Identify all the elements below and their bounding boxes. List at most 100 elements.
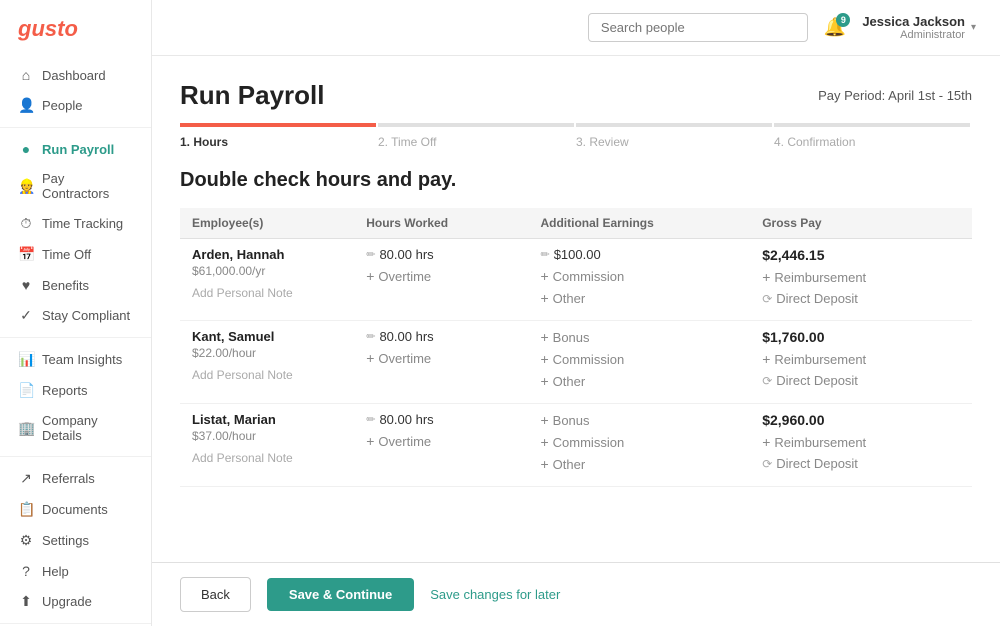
hours-value-2: 80.00 hrs xyxy=(379,412,433,427)
team-insights-icon: 📊 xyxy=(18,351,34,368)
gross-item-0-0[interactable]: +Reimbursement xyxy=(762,269,960,285)
direct-deposit-label-1: Direct Deposit xyxy=(776,373,858,388)
sidebar-item-reports[interactable]: 📄Reports xyxy=(0,375,151,406)
earning-item-1-0[interactable]: +Bonus xyxy=(540,329,738,345)
hours-main-2[interactable]: ✏ 80.00 hrs xyxy=(366,412,516,427)
bank-icon-0: ⟳ xyxy=(762,292,772,306)
search-input[interactable] xyxy=(588,13,808,42)
overtime-row-2[interactable]: + Overtime xyxy=(366,433,516,449)
employee-name-1: Kant, Samuel xyxy=(192,329,342,344)
sidebar-label-team-insights: Team Insights xyxy=(42,352,122,367)
direct-deposit-2[interactable]: ⟳Direct Deposit xyxy=(762,456,960,471)
sidebar-item-documents[interactable]: 📋 Documents xyxy=(0,494,151,525)
step-timeoff[interactable]: 2. Time Off xyxy=(378,135,576,149)
earning-item-2-1[interactable]: +Commission xyxy=(540,434,738,450)
earning-item-1-1[interactable]: +Commission xyxy=(540,351,738,367)
sidebar-item-pay-contractors[interactable]: 👷Pay Contractors xyxy=(0,164,151,208)
sidebar-item-referrals[interactable]: ↗Referrals xyxy=(0,463,151,494)
sidebar-item-run-payroll[interactable]: ● Run Payroll xyxy=(0,134,151,164)
notification-count: 9 xyxy=(836,13,850,27)
table-body: Arden, Hannah $61,000.00/yr Add Personal… xyxy=(180,239,972,487)
gross-item-2-0[interactable]: +Reimbursement xyxy=(762,434,960,450)
overtime-label-2: Overtime xyxy=(378,434,431,449)
step-review[interactable]: 3. Review xyxy=(576,135,774,149)
plus-earning-icon: + xyxy=(540,456,548,472)
employee-name-2: Listat, Marian xyxy=(192,412,342,427)
gross-amount-2: $2,960.00 xyxy=(762,412,960,428)
direct-deposit-0[interactable]: ⟳Direct Deposit xyxy=(762,291,960,306)
earnings-cell-1: +Bonus +Commission +Other xyxy=(528,321,750,404)
step-confirmation[interactable]: 4. Confirmation xyxy=(774,135,972,149)
earning-item-0-0[interactable]: ✏$100.00 xyxy=(540,247,738,262)
plus-gross-icon: + xyxy=(762,269,770,285)
edit-hours-icon-2: ✏ xyxy=(366,413,375,426)
bank-icon-1: ⟳ xyxy=(762,374,772,388)
user-menu[interactable]: Jessica Jackson Administrator ▾ xyxy=(862,14,976,41)
chevron-down-icon: ▾ xyxy=(971,22,976,33)
edit-hours-icon-0: ✏ xyxy=(366,248,375,261)
gross-amount-0: $2,446.15 xyxy=(762,247,960,263)
pay-period: Pay Period: April 1st - 15th xyxy=(818,88,972,103)
hours-main-0[interactable]: ✏ 80.00 hrs xyxy=(366,247,516,262)
sidebar-label-people: People xyxy=(42,98,82,113)
step-hours[interactable]: 1. Hours xyxy=(180,135,378,149)
sidebar-label-run-payroll: Run Payroll xyxy=(42,142,114,157)
overtime-label-0: Overtime xyxy=(378,269,431,284)
hours-value-0: 80.00 hrs xyxy=(379,247,433,262)
sidebar-label-company-details: Company Details xyxy=(42,413,133,443)
sidebar-item-help[interactable]: ?Help xyxy=(0,556,151,586)
overtime-row-1[interactable]: + Overtime xyxy=(366,350,516,366)
earning-label-0-2: Other xyxy=(553,291,586,306)
sidebar-item-company-details[interactable]: 🏢 Company Details xyxy=(0,406,151,450)
page-header: Run Payroll Pay Period: April 1st - 15th xyxy=(180,80,972,111)
sidebar-section-2: 📊 Team Insights 📄Reports 🏢 Company Details xyxy=(0,338,151,457)
table-row-0: Arden, Hannah $61,000.00/yr Add Personal… xyxy=(180,239,972,321)
add-note-1[interactable]: Add Personal Note xyxy=(192,368,342,382)
sidebar-item-upgrade[interactable]: ⬆Upgrade xyxy=(0,586,151,617)
back-button[interactable]: Back xyxy=(180,577,251,612)
hours-value-1: 80.00 hrs xyxy=(379,329,433,344)
logo: gusto xyxy=(0,0,151,54)
direct-deposit-1[interactable]: ⟳ Direct Deposit xyxy=(762,373,960,388)
save-continue-button[interactable]: Save & Continue xyxy=(267,578,414,611)
notification-bell[interactable]: 🔔 9 xyxy=(824,17,846,38)
earning-item-1-2[interactable]: +Other xyxy=(540,373,738,389)
plus-gross-icon: + xyxy=(762,351,770,367)
hours-main-1[interactable]: ✏ 80.00 hrs xyxy=(366,329,516,344)
earning-item-2-0[interactable]: +Bonus xyxy=(540,412,738,428)
earnings-cell-2: +Bonus +Commission +Other xyxy=(528,404,750,487)
page-title: Run Payroll xyxy=(180,80,324,111)
run-payroll-icon: ● xyxy=(18,141,34,157)
earning-item-2-2[interactable]: +Other xyxy=(540,456,738,472)
employee-rate-2: $37.00/hour xyxy=(192,429,342,443)
sidebar-label-documents: Documents xyxy=(42,502,108,517)
sidebar-item-benefits[interactable]: ♥Benefits xyxy=(0,270,151,300)
sidebar-item-dashboard[interactable]: ⌂Dashboard xyxy=(0,60,151,90)
earning-item-0-2[interactable]: +Other xyxy=(540,290,738,306)
earning-item-0-1[interactable]: +Commission xyxy=(540,268,738,284)
footer: Back Save & Continue Save changes for la… xyxy=(152,562,1000,626)
sidebar-item-people[interactable]: 👤People xyxy=(0,90,151,121)
documents-icon: 📋 xyxy=(18,501,34,518)
gross-item-1-0[interactable]: +Reimbursement xyxy=(762,351,960,367)
progress-step-4 xyxy=(774,123,970,127)
gross-amount-1: $1,760.00 xyxy=(762,329,960,345)
save-later-link[interactable]: Save changes for later xyxy=(430,587,560,602)
employee-rate-0: $61,000.00/yr xyxy=(192,264,342,278)
sidebar-label-settings: Settings xyxy=(42,533,89,548)
table-header: Employee(s) Hours Worked Additional Earn… xyxy=(180,208,972,239)
sidebar-item-time-tracking[interactable]: ⏱Time Tracking xyxy=(0,208,151,239)
sidebar-label-reports: Reports xyxy=(42,383,88,398)
user-role: Administrator xyxy=(862,29,965,41)
sidebar-item-team-insights[interactable]: 📊 Team Insights xyxy=(0,344,151,375)
sidebar-item-time-off[interactable]: 📅Time Off xyxy=(0,239,151,270)
add-note-0[interactable]: Add Personal Note xyxy=(192,286,342,300)
edit-earning-icon: ✏ xyxy=(540,248,549,261)
sidebar-label-stay-compliant: Stay Compliant xyxy=(42,308,130,323)
sidebar-item-settings[interactable]: ⚙Settings xyxy=(0,525,151,556)
company-details-icon: 🏢 xyxy=(18,420,34,437)
overtime-row-0[interactable]: + Overtime xyxy=(366,268,516,284)
add-note-2[interactable]: Add Personal Note xyxy=(192,451,342,465)
plus-overtime-icon-1: + xyxy=(366,350,374,366)
sidebar-item-stay-compliant[interactable]: ✓Stay Compliant xyxy=(0,300,151,331)
